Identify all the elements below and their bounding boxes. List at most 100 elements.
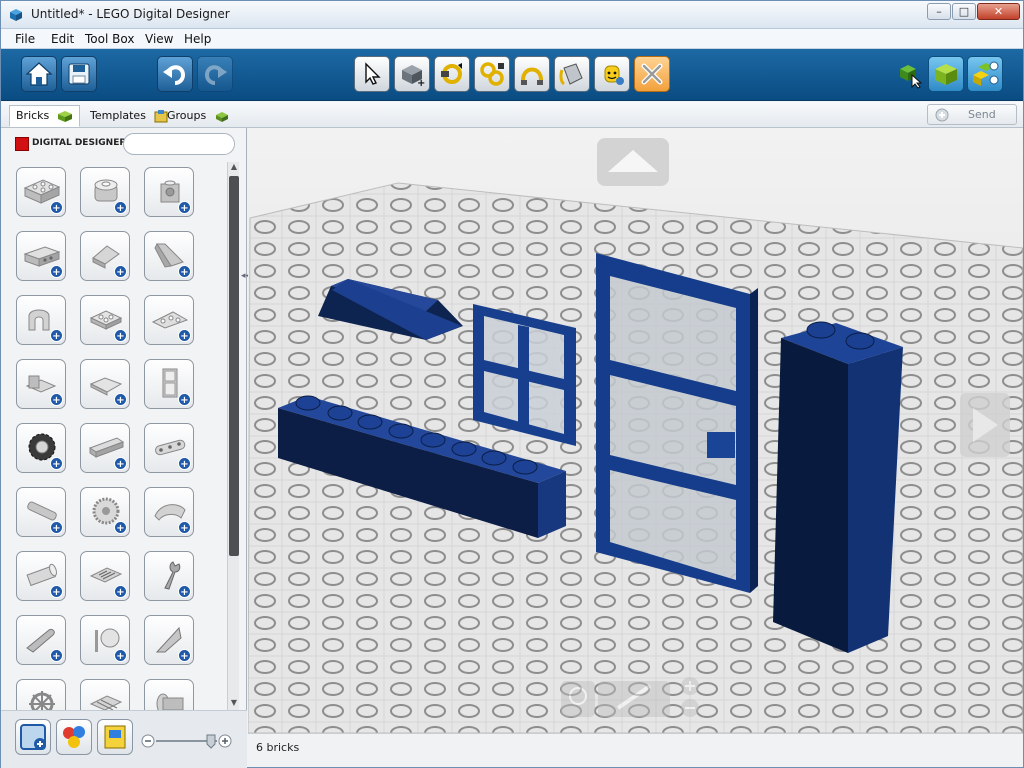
winch-icon	[156, 693, 184, 710]
title-bar[interactable]: Untitled* - LEGO Digital Designer – □ ✕	[1, 1, 1023, 29]
brick-tile-curved-panel[interactable]: +	[144, 487, 194, 537]
lego-logo	[15, 137, 29, 151]
build-mode-icon	[900, 65, 923, 89]
view-mode-icon	[935, 64, 957, 85]
brick-tile-sign[interactable]: +	[80, 615, 130, 665]
camera-right-icon[interactable]	[960, 393, 1010, 457]
home-button[interactable]	[21, 56, 57, 92]
brick-search-input[interactable]	[123, 133, 235, 155]
brick-tile-arch-brick[interactable]: +	[16, 295, 66, 345]
brick-tile-axle-connector[interactable]: +	[16, 487, 66, 537]
tab-bricks[interactable]: Bricks	[9, 105, 80, 127]
brick-tile-grille[interactable]	[80, 679, 130, 710]
redo-button[interactable]	[197, 56, 233, 92]
scroll-thumb[interactable]	[229, 176, 239, 556]
palette-bottom-tools	[1, 710, 247, 768]
brick-tile-round-brick[interactable]: +	[80, 167, 130, 217]
brick-tile-door[interactable]: +	[144, 359, 194, 409]
add-icon: +	[178, 649, 191, 662]
maximize-button[interactable]: □	[952, 3, 976, 20]
build-canvas[interactable]	[248, 128, 1023, 733]
zoom-slider[interactable]	[141, 733, 233, 749]
close-button[interactable]: ✕	[977, 3, 1020, 20]
add-icon: +	[50, 457, 63, 470]
menu-toolbox[interactable]: Tool Box	[85, 32, 134, 46]
building-guide-button[interactable]	[967, 56, 1003, 92]
clone-tool-button[interactable]: +	[394, 56, 430, 92]
send-icon	[935, 108, 949, 121]
minifig-tool-button[interactable]	[594, 56, 630, 92]
send-label: Send	[968, 108, 996, 121]
brick-tile-side-stud-brick[interactable]: +	[144, 167, 194, 217]
flex-tool-button[interactable]	[514, 56, 550, 92]
delete-tool-button[interactable]	[634, 56, 670, 92]
menu-view[interactable]: View	[145, 32, 173, 46]
brick-tile-ship-wheel[interactable]	[16, 679, 66, 710]
tab-templates-label: Templates	[90, 109, 146, 122]
scene	[248, 138, 1023, 733]
lego-app-icon	[10, 9, 22, 21]
brick-tile-winch[interactable]	[144, 679, 194, 710]
brick-tile-cylinder[interactable]: +	[16, 551, 66, 601]
minifig-icon	[604, 65, 624, 85]
brick-tile-technic-beam[interactable]: +	[80, 423, 130, 473]
send-button[interactable]: Send	[927, 104, 1017, 125]
blue-door[interactable]	[596, 253, 758, 593]
brick-grid: + + + + + + + + + + + + + + + + + + + + …	[11, 164, 221, 710]
decoration-button[interactable]	[97, 719, 133, 755]
brick-tile-2x4-brick[interactable]: +	[16, 167, 66, 217]
color-palette-button[interactable]	[56, 719, 92, 755]
add-icon: +	[114, 521, 127, 534]
brick-tile-wedge-plate[interactable]: +	[144, 295, 194, 345]
paint-tool-button[interactable]	[554, 56, 590, 92]
brick-count: 6 bricks	[256, 741, 300, 754]
hinge-tool-button[interactable]	[434, 56, 470, 92]
redo-icon	[204, 65, 227, 85]
brick-tile-2x2-plate[interactable]: +	[80, 295, 130, 345]
brick-tile-angled-plate[interactable]: +	[80, 359, 130, 409]
menu-help[interactable]: Help	[184, 32, 211, 46]
home-icon	[25, 62, 53, 86]
blue-pillar-brick[interactable]	[773, 321, 903, 653]
brick-tile-fin[interactable]: +	[144, 615, 194, 665]
brick-tile-tail-piece[interactable]: +	[16, 615, 66, 665]
add-icon: +	[178, 457, 191, 470]
tab-groups[interactable]: Groups	[160, 105, 237, 127]
menu-file[interactable]: File	[15, 32, 35, 46]
minimize-button[interactable]: –	[927, 3, 951, 20]
add-brick-view-button[interactable]	[15, 719, 51, 755]
undo-button[interactable]	[157, 56, 193, 92]
brick-tile-wrench[interactable]: +	[144, 551, 194, 601]
add-icon: +	[114, 649, 127, 662]
add-icon: +	[50, 585, 63, 598]
delete-icon	[641, 63, 663, 85]
hinge-align-tool-button[interactable]	[474, 56, 510, 92]
add-icon: +	[114, 393, 127, 406]
brick-tile-technic-brick[interactable]: +	[16, 231, 66, 281]
clone-icon: +	[402, 65, 425, 88]
save-icon	[68, 63, 90, 85]
brick-tile-bracket[interactable]: +	[16, 359, 66, 409]
brick-icon	[57, 111, 72, 122]
build-mode-button[interactable]	[891, 56, 927, 92]
menu-edit[interactable]: Edit	[51, 32, 74, 46]
window-title: Untitled* - LEGO Digital Designer	[31, 7, 230, 21]
brick-tile-liftarm[interactable]: +	[144, 423, 194, 473]
brick-tile-tire[interactable]: +	[16, 423, 66, 473]
scroll-up-arrow-icon[interactable]: ▲	[229, 162, 239, 174]
add-icon: +	[114, 457, 127, 470]
view-mode-button[interactable]	[928, 56, 964, 92]
brick-tile-slope-brick[interactable]: +	[80, 231, 130, 281]
brick-tile-gear[interactable]: +	[80, 487, 130, 537]
save-button[interactable]	[61, 56, 97, 92]
brick-tile-printed-tile[interactable]: +	[80, 551, 130, 601]
camera-up-icon[interactable]	[597, 138, 669, 186]
brick-tile-wedge-brick[interactable]: +	[144, 231, 194, 281]
undo-icon	[163, 65, 186, 85]
palette-scrollbar[interactable]: ▲ ▼	[227, 162, 239, 710]
color-palette-icon	[63, 726, 85, 748]
scroll-down-arrow-icon[interactable]: ▼	[229, 698, 239, 710]
ship-wheel-icon	[29, 691, 55, 710]
add-icon: +	[50, 329, 63, 342]
select-tool-button[interactable]	[354, 56, 390, 92]
